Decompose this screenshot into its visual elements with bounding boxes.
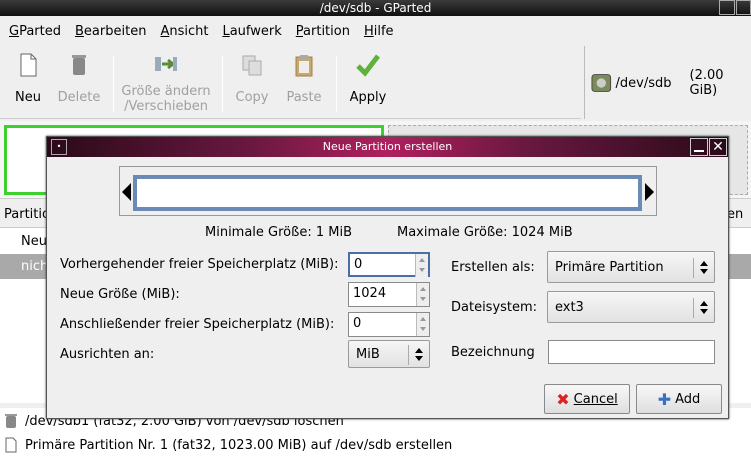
menubar: GParted Bearbeiten Ansicht Laufwerk Part… xyxy=(0,17,751,45)
cancel-button-label: Cancel xyxy=(573,391,618,407)
create-as-label: Erstellen als: xyxy=(451,260,535,275)
preceding-space-spinner[interactable]: 0 xyxy=(348,252,430,277)
filesystem-select[interactable]: ext3 xyxy=(547,291,715,323)
resize-right-handle[interactable] xyxy=(645,183,654,201)
dialog-close-button[interactable]: ✕ xyxy=(709,138,727,156)
align-value: MiB xyxy=(356,347,380,362)
toolbar: Neu Delete Größe ändern /Verschieben Cop… xyxy=(0,46,581,119)
menu-partition[interactable]: Partition xyxy=(291,24,355,39)
apply-button[interactable]: Apply xyxy=(346,52,390,105)
following-space-value: 0 xyxy=(353,316,362,331)
spin-up-icon[interactable] xyxy=(419,258,425,262)
toolbar-separator xyxy=(113,56,114,112)
preceding-space-value: 0 xyxy=(354,257,363,272)
dialog-menu-button[interactable]: • xyxy=(51,139,67,155)
updown-arrow-icon xyxy=(415,346,423,364)
delete-button-label: Delete xyxy=(57,90,101,105)
spin-up-icon[interactable] xyxy=(420,317,426,321)
new-button[interactable]: Neu xyxy=(8,52,48,105)
device-selector[interactable]: /dev/sdb (2.00 GiB) xyxy=(584,46,751,119)
device-name: /dev/sdb xyxy=(615,75,672,91)
new-size-label: Neue Größe (MiB): xyxy=(60,287,180,302)
delete-button[interactable]: Delete xyxy=(54,52,104,105)
add-button[interactable]: ✚ Add xyxy=(636,384,722,414)
paste-button-label: Paste xyxy=(286,90,322,105)
window-title: /dev/sdb - GParted xyxy=(319,1,432,15)
filesystem-value: ext3 xyxy=(555,300,584,315)
min-size-label: Minimale Größe: 1 MiB xyxy=(205,225,352,240)
dialog-title: Neue Partition erstellen xyxy=(322,140,453,153)
column-flags-header[interactable]: en xyxy=(727,207,743,222)
minimize-button[interactable] xyxy=(719,0,735,15)
copy-button[interactable]: Copy xyxy=(232,52,272,105)
plus-icon: ✚ xyxy=(657,389,672,409)
new-size-value: 1024 xyxy=(353,286,387,301)
align-label: Ausrichten an: xyxy=(60,347,155,362)
menu-laufwerk[interactable]: Laufwerk xyxy=(217,24,286,39)
add-button-label: Add xyxy=(675,391,701,407)
toolbar-separator xyxy=(222,56,223,112)
new-partition-dialog: • Neue Partition erstellen ✕ Minimale Gr… xyxy=(46,136,729,419)
following-space-spinner[interactable]: 0 xyxy=(348,312,430,337)
filesystem-label: Dateisystem: xyxy=(451,300,538,315)
resize-move-button[interactable]: Größe ändern /Verschieben xyxy=(118,52,214,114)
checkmark-icon xyxy=(356,54,380,77)
spin-up-icon[interactable] xyxy=(420,287,426,291)
menu-bearbeiten[interactable]: Bearbeiten xyxy=(70,24,151,39)
max-size-label: Maximale Größe: 1024 MiB xyxy=(397,225,573,240)
apply-button-label: Apply xyxy=(349,90,387,105)
device-size: (2.00 GiB) xyxy=(689,68,724,98)
column-partition-header[interactable]: Partitio xyxy=(4,207,50,222)
toolbar-separator xyxy=(336,56,337,112)
partition-size-bar[interactable] xyxy=(133,175,642,211)
delete-operation-icon xyxy=(5,414,17,428)
new-document-icon xyxy=(20,53,37,77)
following-space-label: Anschließender freier Speicherplatz (MiB… xyxy=(60,317,335,332)
new-size-spinner[interactable]: 1024 xyxy=(348,282,430,307)
window-titlebar: /dev/sdb - GParted xyxy=(0,0,751,16)
menu-gparted[interactable]: GParted xyxy=(4,24,66,39)
trash-icon xyxy=(72,55,86,75)
preceding-space-label: Vorhergehender freier Speicherplatz (MiB… xyxy=(60,257,339,272)
new-operation-icon xyxy=(5,437,17,453)
create-as-select[interactable]: Primäre Partition xyxy=(547,251,715,283)
updown-arrow-icon xyxy=(700,259,708,277)
cancel-button[interactable]: ✖ Cancel xyxy=(544,384,630,414)
paste-icon xyxy=(295,55,313,77)
partition-label-input[interactable] xyxy=(548,340,715,364)
resize-label-line1: Größe ändern xyxy=(121,84,211,99)
close-button[interactable] xyxy=(735,0,751,15)
spin-down-icon[interactable] xyxy=(419,268,425,272)
copy-button-label: Copy xyxy=(235,90,269,105)
dialog-minimize-button[interactable] xyxy=(690,138,708,156)
dialog-titlebar: • Neue Partition erstellen ✕ xyxy=(47,137,728,157)
menu-ansicht[interactable]: Ansicht xyxy=(155,24,213,39)
partition-resizer[interactable] xyxy=(119,166,657,216)
resize-left-handle[interactable] xyxy=(122,183,131,201)
resize-label-line2: /Verschieben xyxy=(124,99,208,114)
paste-button[interactable]: Paste xyxy=(284,52,324,105)
create-as-value: Primäre Partition xyxy=(555,260,664,275)
harddisk-icon xyxy=(591,74,612,92)
partition-label-label: Bezeichnung xyxy=(451,345,535,360)
resize-arrow-icon xyxy=(155,57,177,71)
operation-item[interactable]: Primäre Partition Nr. 1 (fat32, 1023.00 … xyxy=(4,437,452,453)
updown-arrow-icon xyxy=(700,299,708,317)
cancel-x-icon: ✖ xyxy=(556,389,570,409)
window-controls xyxy=(718,0,751,16)
new-button-label: Neu xyxy=(15,90,41,105)
spin-down-icon[interactable] xyxy=(420,327,426,331)
spin-down-icon[interactable] xyxy=(420,297,426,301)
menu-hilfe[interactable]: Hilfe xyxy=(359,24,399,39)
copy-icon xyxy=(242,55,262,76)
align-select[interactable]: MiB xyxy=(348,340,430,368)
